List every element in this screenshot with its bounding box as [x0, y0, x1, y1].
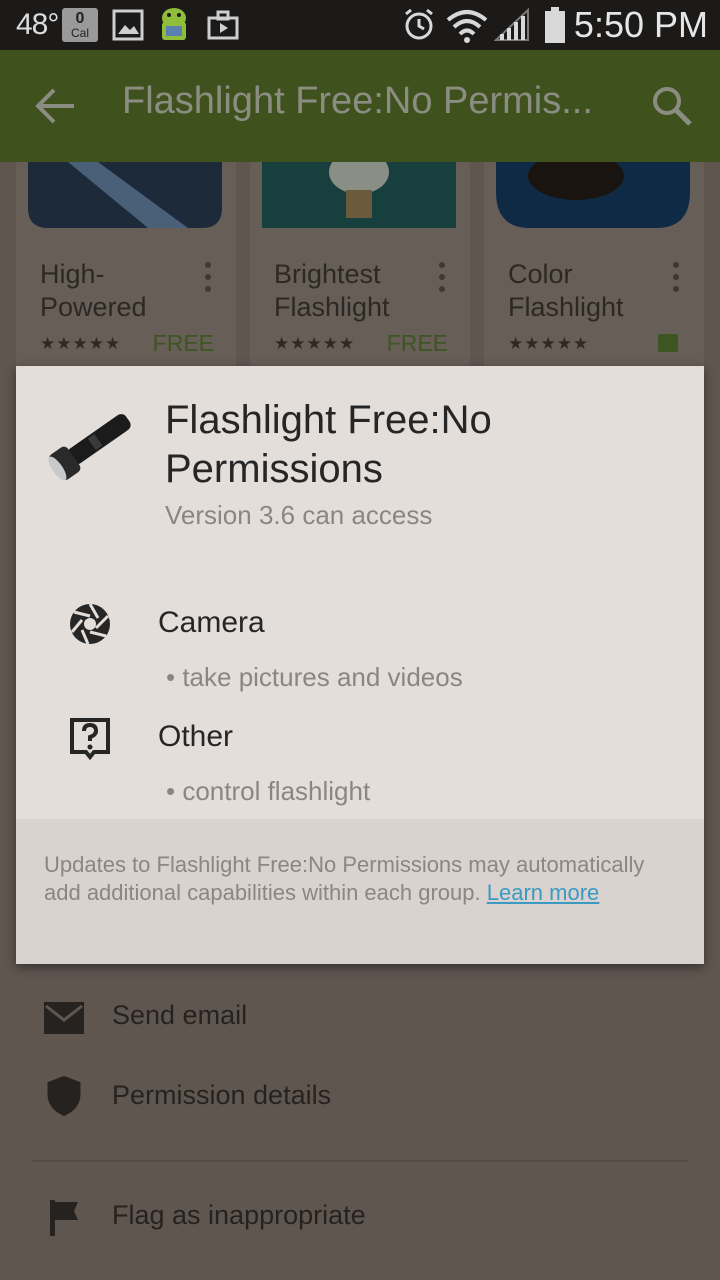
app-toolbar: Flashlight Free:No Permis... [0, 50, 720, 162]
alarm-icon [405, 8, 433, 40]
learn-more-link[interactable]: Learn more [487, 880, 600, 905]
question-box-icon [70, 718, 110, 760]
more-vert-icon[interactable] [672, 262, 680, 292]
dialog-title: Flashlight Free:No Permissions [165, 398, 492, 491]
battery-icon [545, 7, 565, 43]
dialog-version: Version 3.6 can access [165, 500, 433, 530]
permission-camera-detail: • take pictures and videos [166, 662, 463, 692]
wifi-icon [446, 10, 488, 43]
signal-icon [494, 8, 529, 41]
more-vert-icon[interactable] [438, 262, 446, 292]
weather-temperature: 48° [16, 8, 59, 41]
price-label: FREE [386, 330, 448, 356]
flag-icon [50, 1200, 78, 1236]
permission-other: Other [158, 720, 234, 753]
dialog-footer: Updates to Flashlight Free:No Permission… [16, 819, 704, 964]
status-bar: 48° 0 Cal 5:50 PM [0, 0, 720, 50]
updates-notice: Updates to Flashlight Free:No Permission… [44, 851, 684, 907]
app-thumbnail [28, 162, 222, 228]
email-icon [44, 1002, 84, 1034]
card-title: High-Powered [40, 259, 147, 322]
status-time: 5:50 PM [573, 4, 708, 45]
calendar-number: 0 [75, 10, 85, 27]
purchased-bag-icon [658, 334, 678, 352]
flag-inappropriate-link[interactable]: Flag as inappropriate [112, 1200, 366, 1231]
send-email-link[interactable]: Send email [112, 1000, 247, 1031]
gallery-icon [112, 9, 144, 41]
arrow-back-icon[interactable] [34, 86, 78, 126]
android-icon [162, 8, 186, 40]
permission-other-detail: • control flashlight [166, 776, 371, 806]
app-thumbnail [496, 162, 690, 228]
rating-stars: ★★★★★ [274, 334, 356, 354]
card-title: Brightest Flashlight [274, 259, 390, 322]
permission-camera: Camera [158, 606, 265, 639]
flashlight-app-icon [48, 414, 131, 481]
divider [32, 1160, 688, 1162]
briefcase-icon [207, 10, 239, 40]
permissions-dialog: Flashlight Free:No Permissions Version 3… [16, 366, 704, 964]
shield-icon [47, 1075, 81, 1117]
rating-stars: ★★★★★ [508, 334, 590, 354]
card-title: Color Flashlight [508, 259, 624, 322]
permission-details-link[interactable]: Permission details [112, 1080, 331, 1111]
search-icon[interactable] [650, 84, 694, 128]
app-card[interactable]: High-Powered ★★★★★ FREE [16, 162, 236, 372]
app-thumbnail [262, 162, 456, 228]
app-card[interactable]: Brightest Flashlight ★★★★★ FREE [250, 162, 470, 372]
rating-stars: ★★★★★ [40, 334, 122, 354]
more-vert-icon[interactable] [204, 262, 212, 292]
camera-aperture-icon [70, 603, 110, 645]
app-card[interactable]: Color Flashlight ★★★★★ [484, 162, 704, 372]
calendar-label: Cal [70, 26, 89, 40]
price-label: FREE [152, 330, 214, 356]
toolbar-title: Flashlight Free:No Permis... [122, 80, 593, 122]
calendar-icon: 0 Cal [62, 8, 98, 42]
